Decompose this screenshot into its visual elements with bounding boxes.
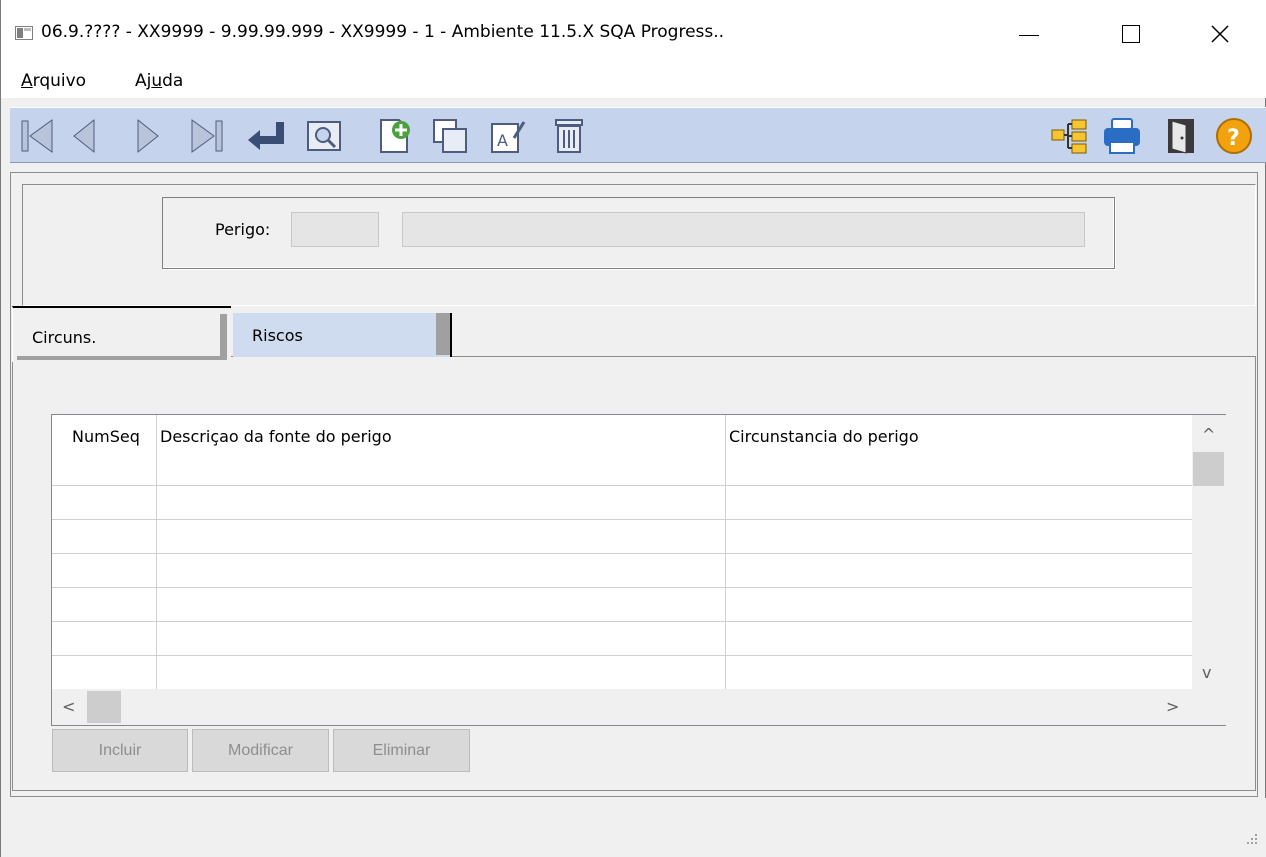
app-icon[interactable] — [15, 26, 33, 40]
horizontal-scroll-thumb[interactable] — [87, 691, 121, 723]
perigo-code-field[interactable] — [291, 212, 379, 247]
perigo-label: Perigo: — [215, 220, 271, 239]
resize-grip-icon[interactable] — [1241, 828, 1259, 846]
first-record-icon — [21, 119, 53, 153]
edit-button[interactable]: A — [488, 116, 528, 156]
menu-arquivo-accel: A — [21, 71, 33, 91]
exit-button[interactable] — [1162, 116, 1202, 156]
close-button[interactable] — [1197, 14, 1243, 54]
minimize-button[interactable] — [1006, 14, 1052, 54]
table-row[interactable] — [52, 485, 1192, 486]
data-grid[interactable]: NumSeq Descriçao da fonte do perigo Circ… — [51, 414, 1226, 726]
minimize-icon — [1019, 34, 1039, 36]
menu-ajuda-label-start: Aj — [135, 71, 152, 91]
menu-ajuda-label-end: da — [162, 71, 184, 91]
search-icon — [307, 121, 341, 151]
vertical-scroll-thumb[interactable] — [1193, 452, 1224, 486]
table-row[interactable] — [52, 587, 1192, 588]
grid-column-divider — [156, 415, 157, 689]
horizontal-scrollbar[interactable]: < > — [52, 689, 1192, 725]
last-record-icon — [191, 119, 223, 153]
tab-riscos-border — [436, 313, 450, 355]
print-icon — [1104, 118, 1140, 154]
menu-arquivo[interactable]: Arquivo — [21, 71, 86, 91]
tab-circuns[interactable]: Circuns. — [12, 306, 231, 362]
menu-ajuda[interactable]: Ajuda — [135, 71, 183, 91]
perigo-description-field[interactable] — [402, 212, 1085, 247]
menu-arquivo-label: rquivo — [32, 71, 87, 91]
maximize-icon — [1122, 25, 1140, 43]
toolbar: A ? — [10, 107, 1266, 163]
scroll-up-icon[interactable]: ^ — [1202, 425, 1215, 444]
delete-button[interactable] — [550, 116, 590, 156]
add-button[interactable] — [375, 116, 415, 156]
column-header-numseq[interactable]: NumSeq — [72, 427, 140, 446]
print-button[interactable] — [1102, 116, 1142, 156]
copy-button[interactable] — [430, 116, 470, 156]
vertical-scrollbar[interactable]: ^ v — [1192, 415, 1226, 689]
add-icon — [380, 119, 410, 153]
go-to-icon — [248, 122, 284, 150]
column-header-circunstancia[interactable]: Circunstancia do perigo — [729, 427, 919, 446]
go-to-button[interactable] — [246, 116, 286, 156]
maximize-button[interactable] — [1108, 14, 1154, 54]
tree-icon — [1051, 119, 1087, 154]
column-header-descricao[interactable]: Descriçao da fonte do perigo — [160, 427, 392, 446]
next-record-button[interactable] — [128, 116, 168, 156]
tab-riscos[interactable]: Riscos — [233, 313, 452, 357]
grid-column-divider — [725, 415, 726, 689]
application-window: 06.9.???? - XX9999 - 9.99.99.999 - XX999… — [0, 0, 1266, 857]
table-row[interactable] — [52, 553, 1192, 554]
help-button[interactable]: ? — [1214, 116, 1254, 156]
edit-icon: A — [491, 121, 526, 153]
status-bar — [1, 798, 1266, 857]
title-bar: 06.9.???? - XX9999 - 9.99.99.999 - XX999… — [1, 0, 1266, 66]
scroll-corner — [1192, 689, 1226, 725]
tab-circuns-label: Circuns. — [32, 328, 97, 347]
eliminar-button[interactable]: Eliminar — [333, 729, 470, 772]
previous-record-button[interactable] — [66, 116, 106, 156]
delete-icon — [555, 119, 583, 153]
scroll-left-icon[interactable]: < — [62, 697, 75, 716]
search-button[interactable] — [304, 116, 344, 156]
exit-icon — [1168, 119, 1194, 154]
copy-icon — [433, 119, 467, 153]
next-record-icon — [137, 118, 159, 154]
menu-ajuda-accel: u — [151, 71, 163, 91]
help-icon: ? — [1216, 118, 1252, 154]
previous-record-icon — [73, 118, 95, 154]
svg-text:A: A — [497, 131, 508, 150]
table-row[interactable] — [52, 655, 1192, 656]
menu-bar: Arquivo Ajuda — [1, 66, 1266, 98]
modificar-button[interactable]: Modificar — [192, 729, 329, 772]
table-row[interactable] — [52, 621, 1192, 622]
tab-riscos-label: Riscos — [252, 326, 303, 345]
last-record-button[interactable] — [186, 116, 226, 156]
grid-header: NumSeq Descriçao da fonte do perigo Circ… — [52, 415, 1192, 455]
first-record-button[interactable] — [18, 116, 58, 156]
close-icon — [1211, 25, 1229, 43]
table-row[interactable] — [52, 519, 1192, 520]
scroll-down-icon[interactable]: v — [1202, 663, 1211, 682]
scroll-right-icon[interactable]: > — [1166, 697, 1179, 716]
tree-view-button[interactable] — [1050, 116, 1090, 156]
incluir-button[interactable]: Incluir — [52, 729, 188, 772]
window-title: 06.9.???? - XX9999 - 9.99.99.999 - XX999… — [41, 22, 725, 42]
svg-text:?: ? — [1227, 126, 1240, 151]
